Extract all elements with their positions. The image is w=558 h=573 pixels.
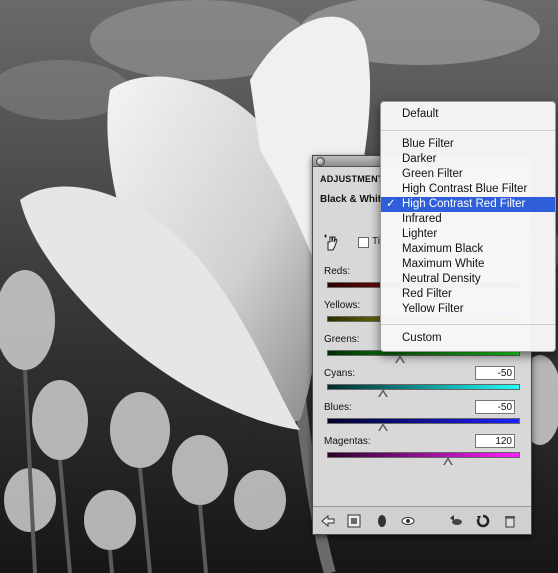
menu-separator bbox=[381, 130, 555, 131]
menu-item-lighter[interactable]: Lighter bbox=[381, 227, 555, 242]
trash-icon[interactable] bbox=[503, 514, 517, 528]
checkmark-icon: ✓ bbox=[386, 198, 396, 210]
blues-slider-thumb[interactable] bbox=[378, 423, 388, 431]
close-icon[interactable] bbox=[316, 157, 325, 166]
menu-item-yellow-filter[interactable]: Yellow Filter bbox=[381, 302, 555, 317]
clip-layer-icon[interactable] bbox=[347, 514, 361, 528]
menu-item-high-contrast-blue-filter[interactable]: High Contrast Blue Filter bbox=[381, 182, 555, 197]
magentas-slider-track[interactable] bbox=[327, 452, 520, 458]
tint-checkbox[interactable] bbox=[358, 237, 369, 248]
yellows-label: Yellows: bbox=[324, 300, 361, 311]
menu-item-maximum-black[interactable]: Maximum Black bbox=[381, 242, 555, 257]
menu-item-blue-filter[interactable]: Blue Filter bbox=[381, 137, 555, 152]
menu-item-maximum-white[interactable]: Maximum White bbox=[381, 257, 555, 272]
menu-item-red-filter[interactable]: Red Filter bbox=[381, 287, 555, 302]
tint-label: Ti bbox=[372, 236, 380, 247]
panel-footer bbox=[313, 506, 531, 534]
mask-icon[interactable] bbox=[375, 514, 389, 528]
cyans-label: Cyans: bbox=[324, 368, 356, 379]
cyans-slider-thumb[interactable] bbox=[378, 389, 388, 397]
menu-item-default[interactable]: Default bbox=[381, 107, 555, 122]
magentas-slider-thumb[interactable] bbox=[443, 457, 453, 465]
magentas-value-field[interactable]: 120 bbox=[475, 434, 515, 448]
greens-label: Greens: bbox=[324, 334, 360, 345]
menu-item-high-contrast-red-filter[interactable]: ✓ High Contrast Red Filter bbox=[381, 197, 555, 212]
menu-item-neutral-density[interactable]: Neutral Density bbox=[381, 272, 555, 287]
preset-dropdown-menu: Default Blue Filter Darker Green Filter … bbox=[380, 101, 556, 352]
menu-item-green-filter[interactable]: Green Filter bbox=[381, 167, 555, 182]
adjustments-tab[interactable]: ADJUSTMENT bbox=[320, 174, 384, 184]
menu-item-label: High Contrast Red Filter bbox=[402, 198, 526, 210]
greens-slider-thumb[interactable] bbox=[395, 355, 405, 363]
visibility-eye-icon[interactable] bbox=[401, 514, 415, 528]
reset-icon[interactable] bbox=[476, 514, 490, 528]
menu-item-custom[interactable]: Custom bbox=[381, 331, 555, 346]
menu-item-darker[interactable]: Darker bbox=[381, 152, 555, 167]
back-arrow-icon[interactable] bbox=[321, 514, 335, 528]
magentas-label: Magentas: bbox=[324, 436, 371, 447]
menu-separator bbox=[381, 324, 555, 325]
menu-item-infrared[interactable]: Infrared bbox=[381, 212, 555, 227]
adjustment-name: Black & White bbox=[320, 194, 387, 205]
reds-label: Reds: bbox=[324, 266, 351, 277]
previous-state-icon[interactable] bbox=[449, 514, 463, 528]
blues-value-field[interactable]: -50 bbox=[475, 400, 515, 414]
cyans-slider-track[interactable] bbox=[327, 384, 520, 390]
blues-slider-track[interactable] bbox=[327, 418, 520, 424]
blues-label: Blues: bbox=[324, 402, 352, 413]
targeted-adjustment-hand-icon[interactable] bbox=[323, 234, 341, 252]
cyans-value-field[interactable]: -50 bbox=[475, 366, 515, 380]
